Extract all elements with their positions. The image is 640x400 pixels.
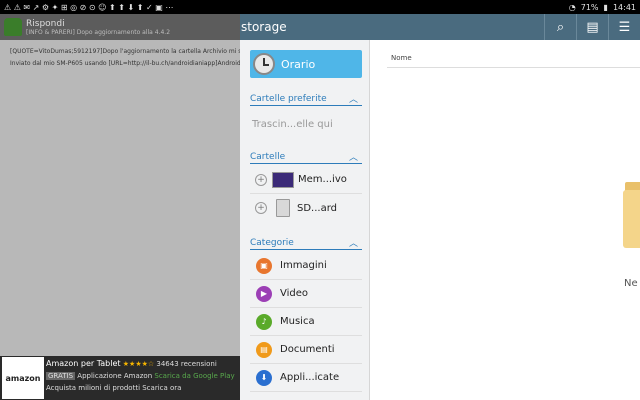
file-manager: storage ⌕ ▤ ☰ Orario Cartelle preferite … xyxy=(240,14,640,400)
free-badge: GRATIS xyxy=(46,372,76,380)
rating-stars: ★★★★☆ xyxy=(122,360,155,368)
music-icon: ♪ xyxy=(256,313,272,330)
category-label: Appli...icate xyxy=(280,372,340,383)
ad-category: Applicazione Amazon xyxy=(77,372,153,380)
favorites-section-header[interactable]: Cartelle preferite ︿ xyxy=(250,92,362,106)
favorites-drop-zone[interactable]: Trascin...elle qui xyxy=(250,110,362,138)
search-button[interactable]: ⌕ xyxy=(544,14,576,40)
image-icon: ▣ xyxy=(256,257,272,274)
folder-label: Mem...ivo xyxy=(298,174,347,185)
view-menu-button[interactable]: ☰ xyxy=(608,14,640,40)
category-apps[interactable]: ⬇ Appli...icate xyxy=(250,364,362,392)
categories-section-header[interactable]: Categorie ︿ xyxy=(250,236,362,250)
wifi-icon: ◔ xyxy=(568,2,576,12)
categories-section-title: Categorie xyxy=(250,237,294,248)
list-icon: ☰ xyxy=(618,19,631,35)
sidebar: Orario Cartelle preferite ︿ Trascin...el… xyxy=(240,40,370,400)
sd-card-icon xyxy=(276,199,290,217)
folder-item-internal-memory[interactable]: + Mem...ivo xyxy=(250,166,362,194)
category-documents[interactable]: ▤ Documenti xyxy=(250,336,362,364)
category-label: Documenti xyxy=(280,344,335,355)
folder-label: SD...ard xyxy=(297,202,337,214)
favorites-section-title: Cartelle preferite xyxy=(250,93,327,104)
ad-cta: Acquista milioni di prodotti Scarica ora xyxy=(46,384,182,392)
recent-files-button[interactable]: Orario xyxy=(250,50,362,78)
category-music[interactable]: ♪ Musica xyxy=(250,308,362,336)
expand-icon[interactable]: + xyxy=(255,202,267,214)
chevron-up-icon: ︿ xyxy=(348,153,358,163)
chevron-up-icon: ︿ xyxy=(348,95,358,105)
forum-title: Rispondi xyxy=(26,18,65,29)
battery-level: 71% xyxy=(580,2,599,12)
column-header-name[interactable]: Nome xyxy=(387,54,640,68)
signature-line: Inviato dal mio SM-P605 usando [URL=http… xyxy=(10,60,240,67)
file-list-pane: Nome Ne xyxy=(371,40,640,400)
storage-button[interactable]: ▤ xyxy=(576,14,608,40)
category-label: Immagini xyxy=(280,260,327,271)
search-icon: ⌕ xyxy=(556,19,565,35)
download-icon: ⬇ xyxy=(256,369,272,386)
ad-store-link[interactable]: Scarica da Google Play xyxy=(154,372,234,380)
notification-icons: ⚠ ⚠ ✉ ↗ ⚙ ✦ ⊞ ◎ ⊘ ⊙ ☺ ⬆ ⬆ ⬇ ⬆ ✓ ▣ ⋯ xyxy=(4,2,174,12)
forum-subtitle: [INFO & PARERI] Dopo aggiornamento alla … xyxy=(26,28,171,36)
ad-banner[interactable]: amazon Amazon per Tablet ★★★★☆ 34643 rec… xyxy=(0,356,240,400)
expand-icon[interactable]: + xyxy=(255,173,267,186)
category-label: Musica xyxy=(280,316,315,327)
category-video[interactable]: ▶ Video xyxy=(250,280,362,308)
action-bar: storage ⌕ ▤ ☰ xyxy=(240,14,640,40)
folders-section-header[interactable]: Cartelle ︿ xyxy=(250,150,362,164)
empty-folder-icon xyxy=(623,190,640,248)
device-storage-icon xyxy=(272,171,294,188)
android-icon xyxy=(4,18,22,36)
empty-folder-message: Ne xyxy=(624,278,638,289)
forum-header[interactable]: Rispondi [INFO & PARERI] Dopo aggiorname… xyxy=(0,14,240,40)
chevron-up-icon: ︿ xyxy=(348,239,358,249)
recent-files-label: Orario xyxy=(281,57,316,71)
background-forum-app: Rispondi [INFO & PARERI] Dopo aggiorname… xyxy=(0,14,240,400)
clock-icon xyxy=(253,53,275,75)
category-label: Video xyxy=(280,288,309,299)
amazon-logo: amazon xyxy=(2,357,44,399)
folders-section-title: Cartelle xyxy=(250,151,286,162)
status-bar: ⚠ ⚠ ✉ ↗ ⚙ ✦ ⊞ ◎ ⊘ ⊙ ☺ ⬆ ⬆ ⬇ ⬆ ✓ ▣ ⋯ ◔ 71… xyxy=(0,0,640,14)
battery-icon: ▮ xyxy=(603,2,608,12)
clock: 14:41 xyxy=(612,2,636,12)
folder-item-sd-card[interactable]: + SD...ard xyxy=(250,194,362,222)
video-icon: ▶ xyxy=(256,285,272,302)
review-count: 34643 recensioni xyxy=(156,360,217,368)
reply-text[interactable]: [QUOTE=VitoDumas;5912197]Dopo l'aggiorna… xyxy=(0,40,240,76)
favorites-placeholder: Trascin...elle qui xyxy=(252,118,333,130)
sd-card-icon: ▤ xyxy=(586,19,599,35)
screen: ⚠ ⚠ ✉ ↗ ⚙ ✦ ⊞ ◎ ⊘ ⊙ ☺ ⬆ ⬆ ⬇ ⬆ ✓ ▣ ⋯ ◔ 71… xyxy=(0,0,640,400)
document-icon: ▤ xyxy=(256,341,272,358)
ad-title: Amazon per Tablet xyxy=(46,359,121,368)
category-images[interactable]: ▣ Immagini xyxy=(250,252,362,280)
quote-line: [QUOTE=VitoDumas;5912197]Dopo l'aggiorna… xyxy=(10,48,240,55)
current-path-title: storage xyxy=(241,20,287,34)
